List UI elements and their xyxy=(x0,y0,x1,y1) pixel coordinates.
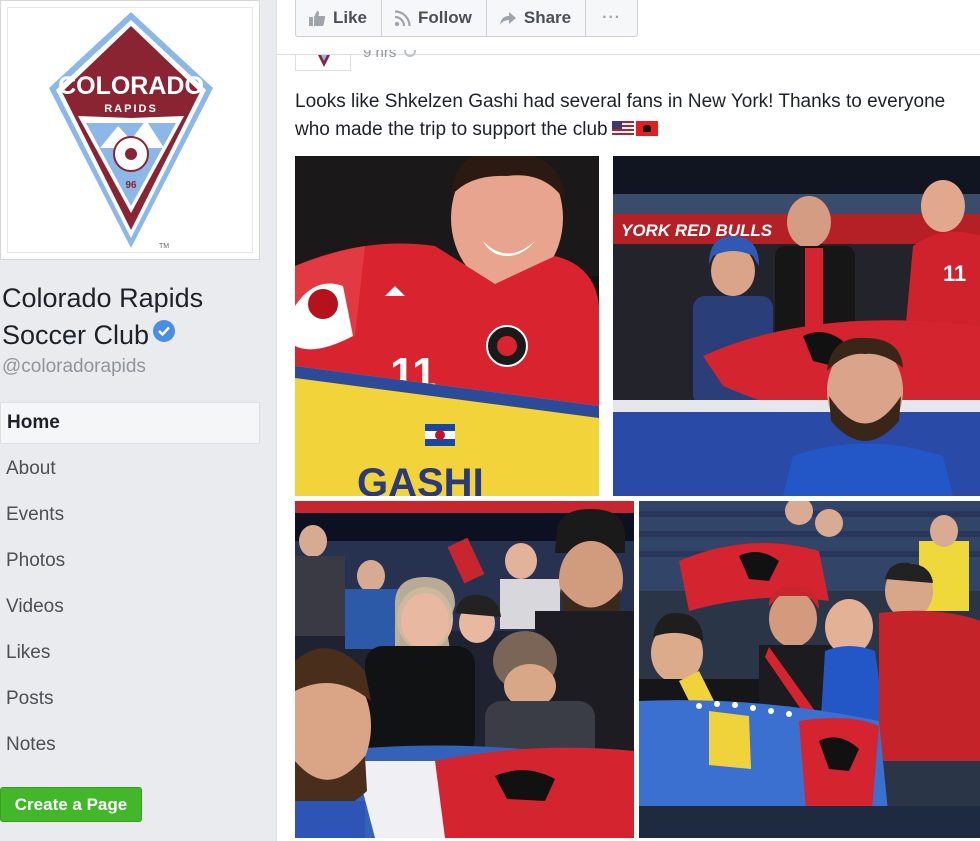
globe-icon xyxy=(404,50,417,57)
create-page-button[interactable]: Create a Page xyxy=(0,787,142,822)
profile-picture[interactable]: COLORADO RAPIDS 96 TM xyxy=(0,0,260,260)
post-photo-3[interactable] xyxy=(295,501,634,838)
share-label: Share xyxy=(523,8,572,27)
post-timestamp[interactable]: 9 hrs xyxy=(363,50,417,65)
post-time-text: 9 hrs xyxy=(363,50,397,61)
follow-button[interactable]: Follow xyxy=(382,0,487,36)
follow-label: Follow xyxy=(418,8,472,27)
logo-text: COLORADO xyxy=(58,72,204,100)
page-handle[interactable]: @coloradorapids xyxy=(2,356,146,378)
more-options-button[interactable]: ··· xyxy=(586,0,637,36)
nav-item-videos[interactable]: Videos xyxy=(0,586,260,632)
post-photo-1[interactable]: 11 GASHI xyxy=(295,156,599,496)
left-column: COLORADO RAPIDS 96 TM Colorado Rapids So… xyxy=(0,0,276,841)
page-title[interactable]: Colorado Rapids Soccer Club xyxy=(2,280,272,354)
verified-badge-icon xyxy=(153,320,176,342)
main-column: Like Follow Share ··· 9 hrs Looks like S… xyxy=(276,0,980,841)
share-button[interactable]: Share xyxy=(487,0,587,36)
page-action-bar: Like Follow Share ··· xyxy=(295,0,639,37)
nav-item-notes[interactable]: Notes xyxy=(0,724,260,770)
photo-stadium-fans: YORK RED BULLS 11 xyxy=(613,156,980,496)
profile-picture-inner: COLORADO RAPIDS 96 TM xyxy=(7,7,253,253)
share-arrow-icon xyxy=(499,11,516,25)
photo-fans-with-flags xyxy=(639,501,980,838)
nav-item-about[interactable]: About xyxy=(0,448,260,494)
page-name-text: Colorado Rapids Soccer Club xyxy=(2,283,204,350)
nav-item-photos[interactable]: Photos xyxy=(0,540,260,586)
post-message: Looks like Shkelzen Gashi had several fa… xyxy=(295,88,955,144)
nav-item-home[interactable]: Home xyxy=(0,402,260,444)
nav-item-likes[interactable]: Likes xyxy=(0,632,260,678)
more-dots-icon: ··· xyxy=(602,9,622,26)
stadium-banner: YORK RED BULLS xyxy=(621,221,773,240)
photo-fan-with-jersey: 11 GASHI xyxy=(295,156,599,496)
rss-icon xyxy=(394,9,411,26)
post-photo-2[interactable]: YORK RED BULLS 11 xyxy=(613,156,980,496)
colorado-rapids-logo: COLORADO RAPIDS 96 TM xyxy=(49,12,213,250)
logo-tm: TM xyxy=(159,243,169,250)
nav-item-events[interactable]: Events xyxy=(0,494,260,540)
logo-year: 96 xyxy=(125,180,137,191)
post-photo-4[interactable] xyxy=(639,501,980,838)
photo-selfie-with-fans xyxy=(295,501,634,838)
logo-subtext: RAPIDS xyxy=(104,103,158,115)
page-nav: Home About Events Photos Videos Likes Po… xyxy=(0,402,260,770)
like-label: Like xyxy=(333,8,368,27)
thumbs-up-icon xyxy=(309,10,326,26)
post-avatar[interactable] xyxy=(295,55,351,71)
jersey-name: GASHI xyxy=(357,461,484,496)
like-button[interactable]: Like xyxy=(296,0,383,36)
photo2-jersey-number: 11 xyxy=(943,261,966,286)
us-flag-icon xyxy=(611,121,634,136)
albania-flag-icon xyxy=(635,121,658,136)
nav-item-posts[interactable]: Posts xyxy=(0,678,260,724)
